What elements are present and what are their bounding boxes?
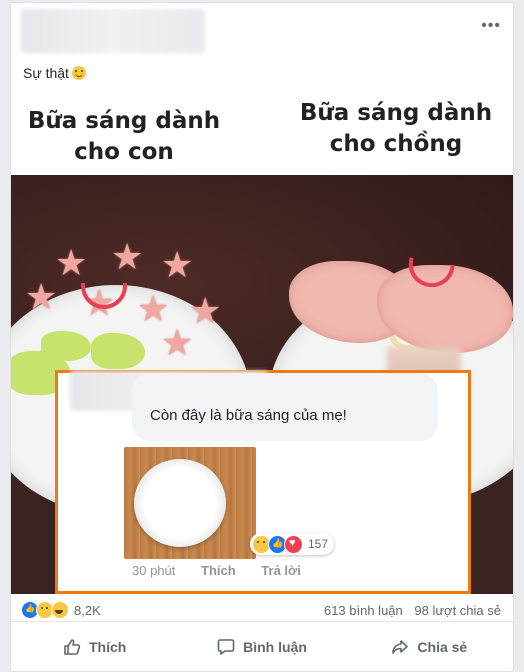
reaction-count: 8,2K [74, 602, 101, 618]
post-image[interactable]: Bữa sáng dành cho con Bữa sáng dành cho … [11, 94, 513, 594]
image-title-area: Bữa sáng dành cho con Bữa sáng dành cho … [11, 94, 513, 175]
ham-star: ★ [189, 290, 222, 331]
love-reaction-icon [284, 534, 303, 554]
like-label: Thích [88, 639, 127, 655]
comment-actions: 30 phút Thích Trả lời [132, 563, 323, 578]
comment-reaction-count: 157 [308, 537, 329, 551]
comment-image[interactable] [124, 447, 256, 559]
more-options-icon[interactable]: ••• [481, 17, 501, 35]
like-button[interactable]: Thích [11, 623, 178, 671]
ham-star: ★ [161, 244, 194, 285]
comment-reactions[interactable]: 157 [250, 533, 335, 555]
comment-button[interactable]: Bình luận [178, 623, 345, 671]
share-arrow-icon [392, 640, 409, 654]
post-reactions[interactable]: 8,2K [21, 601, 101, 619]
ham-star: ★ [55, 242, 88, 283]
comment-like-link[interactable]: Thích [201, 563, 236, 578]
lettuce [41, 331, 91, 361]
author-blurred [21, 9, 205, 53]
comment-reply-link[interactable]: Trả lời [261, 563, 301, 578]
comment-bubble: Còn đây là bữa sáng của mẹ! [132, 373, 438, 441]
post-card: ••• Sự thật Bữa sáng dành cho con Bữa sá… [10, 2, 514, 672]
comment-count-link[interactable]: 613 bình luận [324, 603, 403, 618]
lettuce [91, 333, 145, 369]
haha-reaction-icon [51, 601, 69, 619]
ham-star: ★ [25, 276, 58, 317]
caption-text: Sự thật [23, 65, 69, 81]
highlighted-comment: Còn đây là bữa sáng của mẹ! 157 30 phút … [55, 370, 471, 594]
comment-label: Bình luận [243, 639, 307, 655]
share-count-link[interactable]: 98 lượt chia sẻ [414, 603, 501, 618]
comment-text: Còn đây là bữa sáng của mẹ! [150, 407, 347, 424]
ham-star: ★ [111, 236, 144, 277]
engagement-counts: 613 bình luận 98 lượt chia sẻ [316, 603, 501, 618]
empty-plate [134, 459, 226, 547]
share-button[interactable]: Chia sẻ [346, 623, 513, 671]
share-label: Chia sẻ [417, 639, 468, 655]
smile-emoji-icon [71, 66, 86, 80]
post-actions: Thích Bình luận Chia sẻ [11, 623, 513, 671]
comment-time[interactable]: 30 phút [132, 563, 175, 578]
thumbs-up-icon [64, 639, 81, 655]
image-title-left: Bữa sáng dành cho con [27, 108, 221, 165]
post-stats: 8,2K 613 bình luận 98 lượt chia sẻ [11, 595, 513, 622]
post-caption: Sự thật [23, 65, 86, 81]
image-title-right: Bữa sáng dành cho chồng [299, 100, 493, 157]
ham-star: ★ [161, 322, 194, 363]
comment-bubble-icon [217, 639, 235, 655]
